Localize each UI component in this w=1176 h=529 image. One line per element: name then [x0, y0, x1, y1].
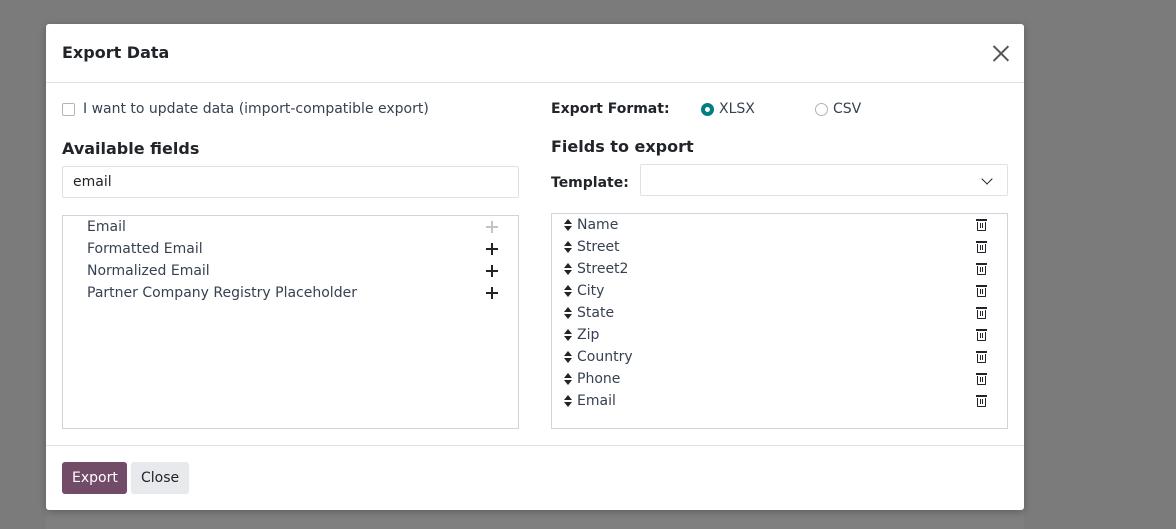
drag-sort-icon[interactable] — [564, 395, 572, 407]
add-icon[interactable] — [486, 265, 498, 277]
backdrop — [46, 510, 1024, 529]
export-field-label: Email — [577, 393, 616, 409]
format-option-csv[interactable]: CSV — [815, 101, 861, 117]
export-field-row[interactable]: Country — [552, 346, 1007, 368]
fields-to-export-title: Fields to export — [551, 137, 694, 156]
export-dialog: Export Data I want to update data (impor… — [46, 24, 1024, 510]
export-field-label: Zip — [577, 327, 600, 343]
drag-sort-icon[interactable] — [564, 329, 572, 341]
csv-radio[interactable] — [815, 102, 828, 116]
field-search-input[interactable] — [62, 166, 519, 198]
trash-icon[interactable] — [976, 329, 987, 341]
template-select[interactable] — [640, 164, 1008, 196]
available-field-partner-registry[interactable]: Partner Company Registry Placeholder — [63, 282, 518, 304]
export-format-label: Export Format: — [551, 101, 670, 117]
available-field-label: Partner Company Registry Placeholder — [87, 285, 357, 301]
export-field-label: Phone — [577, 371, 621, 387]
available-field-normalized-email[interactable]: Normalized Email — [63, 260, 518, 282]
trash-icon[interactable] — [976, 285, 987, 297]
dialog-header: Export Data — [46, 24, 1024, 83]
xlsx-radio[interactable] — [701, 102, 714, 116]
export-button[interactable]: Export — [62, 462, 127, 494]
csv-label: CSV — [833, 101, 862, 117]
close-button[interactable]: Close — [131, 462, 189, 494]
available-field-email[interactable]: Email — [63, 216, 518, 238]
dialog-footer: Export Close — [46, 445, 1024, 510]
export-field-label: Street2 — [577, 261, 629, 277]
export-fields-list: Name Street Street2 City State Zip Count… — [551, 213, 1008, 429]
available-fields-list: Email Formatted Email Normalized Email P… — [62, 215, 519, 429]
available-field-label: Formatted Email — [87, 241, 203, 257]
export-field-label: Country — [577, 349, 633, 365]
export-field-row[interactable]: State — [552, 302, 1007, 324]
add-icon[interactable] — [486, 243, 498, 255]
export-field-row[interactable]: Email — [552, 390, 1007, 412]
drag-sort-icon[interactable] — [564, 351, 572, 363]
available-field-formatted-email[interactable]: Formatted Email — [63, 238, 518, 260]
drag-sort-icon[interactable] — [564, 307, 572, 319]
drag-sort-icon[interactable] — [564, 219, 572, 231]
trash-icon[interactable] — [976, 263, 987, 275]
export-field-label: State — [577, 305, 615, 321]
export-field-row[interactable]: Phone — [552, 368, 1007, 390]
export-field-row[interactable]: City — [552, 280, 1007, 302]
export-field-label: Street — [577, 239, 620, 255]
available-fields-title: Available fields — [62, 139, 200, 158]
dialog-title: Export Data — [62, 43, 170, 62]
left-panel: I want to update data (import-compatible… — [62, 83, 519, 445]
drag-sort-icon[interactable] — [564, 285, 572, 297]
trash-icon[interactable] — [976, 241, 987, 253]
add-icon[interactable] — [486, 287, 498, 299]
template-label: Template: — [551, 175, 629, 191]
available-field-label: Normalized Email — [87, 263, 210, 279]
trash-icon[interactable] — [976, 307, 987, 319]
drag-sort-icon[interactable] — [564, 263, 572, 275]
trash-icon[interactable] — [976, 219, 987, 231]
drag-sort-icon[interactable] — [564, 373, 572, 385]
add-icon[interactable] — [486, 221, 498, 233]
import-compatible-toggle[interactable]: I want to update data (import-compatible… — [62, 101, 429, 117]
export-field-label: Name — [577, 217, 619, 233]
export-field-row[interactable]: Name — [552, 214, 1007, 236]
import-compatible-label: I want to update data (import-compatible… — [83, 101, 429, 117]
trash-icon[interactable] — [976, 395, 987, 407]
right-panel: Export Format: XLSX CSV Fields to export… — [551, 83, 1008, 445]
export-field-row[interactable]: Zip — [552, 324, 1007, 346]
import-compatible-checkbox[interactable] — [62, 102, 75, 116]
close-icon[interactable] — [990, 42, 1012, 64]
export-field-row[interactable]: Street — [552, 236, 1007, 258]
format-option-xlsx[interactable]: XLSX — [701, 101, 755, 117]
xlsx-label: XLSX — [719, 101, 755, 117]
drag-sort-icon[interactable] — [564, 241, 572, 253]
trash-icon[interactable] — [976, 373, 987, 385]
dialog-body: I want to update data (import-compatible… — [46, 83, 1024, 445]
trash-icon[interactable] — [976, 351, 987, 363]
available-field-label: Email — [87, 219, 126, 235]
export-field-label: City — [577, 283, 605, 299]
export-field-row[interactable]: Street2 — [552, 258, 1007, 280]
chevron-down-icon — [981, 173, 993, 185]
